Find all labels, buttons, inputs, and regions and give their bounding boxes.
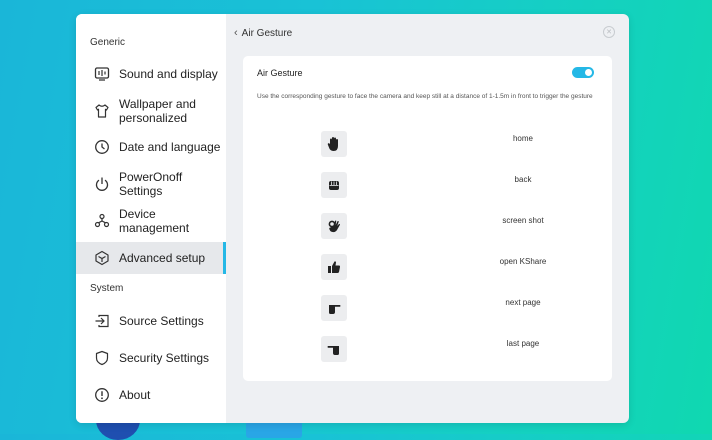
sidebar-item-source-settings[interactable]: Source Settings — [76, 308, 226, 334]
breadcrumb: ‹ Air Gesture — [234, 27, 292, 39]
point-left-icon — [321, 336, 347, 362]
sidebar-item-label: Device management — [119, 207, 190, 235]
section-title-system: System — [90, 283, 124, 294]
open-palm-icon — [321, 131, 347, 157]
toggle-knob — [585, 69, 592, 76]
info-icon — [93, 386, 111, 404]
page-title: Air Gesture — [241, 27, 293, 39]
power-icon — [93, 175, 111, 193]
section-title-generic: Generic — [90, 37, 126, 48]
sidebar-item-sound-display[interactable]: Sound and display — [76, 61, 226, 87]
gesture-label: open KShare — [499, 257, 547, 266]
sidebar-item-wallpaper[interactable]: Wallpaper and personalized — [76, 95, 226, 127]
sidebar-item-label: Source Settings — [119, 314, 204, 328]
sidebar-item-about[interactable]: About — [76, 382, 226, 408]
close-button[interactable]: ✕ — [603, 26, 615, 38]
sidebar-item-label: About — [119, 388, 151, 402]
shirt-icon — [93, 102, 111, 120]
sidebar: Generic Sound and display Wallpaper and … — [76, 14, 226, 423]
clock-icon — [93, 138, 111, 156]
sidebar-item-label: Advanced setup — [119, 251, 206, 265]
shield-icon — [93, 349, 111, 367]
gesture-label: back — [514, 175, 532, 184]
sound-display-icon — [93, 65, 111, 83]
sidebar-item-label: Wallpaper and personalized — [119, 97, 196, 125]
sidebar-item-device-management[interactable]: Device management — [76, 207, 226, 235]
sidebar-item-security-settings[interactable]: Security Settings — [76, 345, 226, 371]
gesture-label: home — [512, 134, 533, 143]
sidebar-item-label: PowerOnoff Settings — [119, 170, 183, 198]
source-input-icon — [93, 312, 111, 330]
sidebar-item-label: Date and language — [119, 140, 221, 154]
back-chevron-icon[interactable]: ‹ — [234, 27, 238, 39]
thumbs-up-icon — [321, 254, 347, 280]
air-gesture-title: Air Gesture — [257, 68, 303, 78]
cube-icon — [93, 249, 111, 267]
sidebar-item-label: Security Settings — [119, 351, 210, 365]
sidebar-item-power[interactable]: PowerOnoff Settings — [76, 170, 226, 198]
content-panel: ‹ Air Gesture ✕ Air Gesture Use the corr… — [226, 14, 629, 423]
gesture-label: next page — [505, 298, 541, 307]
gesture-label: screen shot — [502, 216, 544, 225]
air-gesture-card: Air Gesture Use the corresponding gestur… — [243, 56, 612, 381]
fist-icon — [321, 172, 347, 198]
settings-window: Generic Sound and display Wallpaper and … — [76, 14, 629, 423]
device-management-icon — [93, 212, 111, 230]
sidebar-item-date-language[interactable]: Date and language — [76, 134, 226, 160]
ok-hand-icon — [321, 213, 347, 239]
sidebar-item-label: Sound and display — [119, 67, 218, 81]
gesture-label: last page — [506, 339, 540, 348]
air-gesture-toggle[interactable] — [572, 67, 594, 78]
close-icon: ✕ — [606, 29, 612, 36]
sidebar-item-advanced-setup[interactable]: Advanced setup — [76, 242, 226, 274]
point-right-icon — [321, 295, 347, 321]
gesture-description: Use the corresponding gesture to face th… — [257, 93, 593, 100]
